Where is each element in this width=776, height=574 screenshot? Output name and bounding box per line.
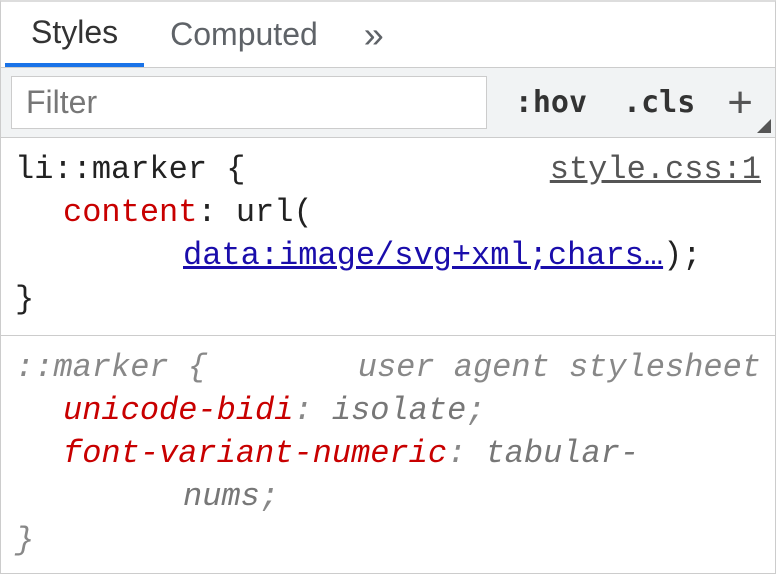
close-brace: } xyxy=(15,519,761,562)
tab-computed[interactable]: Computed xyxy=(144,2,344,67)
css-declaration-continuation: data:image/svg+xml;chars…); xyxy=(15,234,761,277)
tab-styles[interactable]: Styles xyxy=(5,2,144,67)
open-brace: { xyxy=(188,349,207,386)
css-declaration: unicode-bidi: isolate; xyxy=(15,389,761,432)
paren-close: ) xyxy=(663,237,682,274)
cls-toggle-button[interactable]: .cls xyxy=(605,68,713,137)
filter-input[interactable] xyxy=(11,76,487,129)
semicolon: ; xyxy=(260,478,279,515)
colon: : xyxy=(293,392,331,429)
colon: : xyxy=(197,194,235,231)
css-value: nums xyxy=(183,478,260,515)
rules-list: li::marker { style.css:1 content: url( d… xyxy=(1,138,775,573)
css-value: isolate xyxy=(332,392,466,429)
css-property: font-variant-numeric xyxy=(63,435,447,472)
tabs-row: Styles Computed » xyxy=(1,2,775,68)
colon: : xyxy=(447,435,485,472)
css-value: tabular- xyxy=(485,435,639,472)
css-property: content xyxy=(63,194,197,231)
style-rule: li::marker { style.css:1 content: url( d… xyxy=(1,138,775,336)
dropdown-indicator-icon xyxy=(757,119,771,133)
styles-toolbar: :hov .cls + xyxy=(1,68,775,138)
css-property: unicode-bidi xyxy=(63,392,293,429)
style-rule-user-agent: ::marker { user agent stylesheet unicode… xyxy=(1,336,775,573)
rule-header: ::marker { user agent stylesheet xyxy=(15,346,761,389)
semicolon: ; xyxy=(466,392,485,429)
hov-toggle-button[interactable]: :hov xyxy=(497,68,605,137)
css-selector[interactable]: li::marker xyxy=(15,151,207,188)
source-link[interactable]: style.css:1 xyxy=(550,148,761,191)
new-style-rule-button[interactable]: + xyxy=(713,68,775,137)
rule-header: li::marker { style.css:1 xyxy=(15,148,761,191)
tabs-overflow-button[interactable]: » xyxy=(344,14,404,56)
paren-open: ( xyxy=(293,194,312,231)
semicolon: ; xyxy=(682,237,701,274)
css-declaration-continuation: nums; xyxy=(15,475,761,518)
css-declaration[interactable]: content: url( xyxy=(15,191,761,234)
css-selector: ::marker xyxy=(15,349,169,386)
plus-icon: + xyxy=(727,81,753,125)
close-brace: } xyxy=(15,278,761,321)
open-brace: { xyxy=(226,151,245,188)
url-keyword: url xyxy=(236,194,294,231)
data-url-link[interactable]: data:image/svg+xml;chars… xyxy=(183,237,663,274)
user-agent-label: user agent stylesheet xyxy=(358,346,761,389)
css-declaration: font-variant-numeric: tabular- xyxy=(15,432,761,475)
filter-wrap xyxy=(1,68,497,137)
styles-panel: Styles Computed » :hov .cls + li::marker… xyxy=(0,0,776,574)
